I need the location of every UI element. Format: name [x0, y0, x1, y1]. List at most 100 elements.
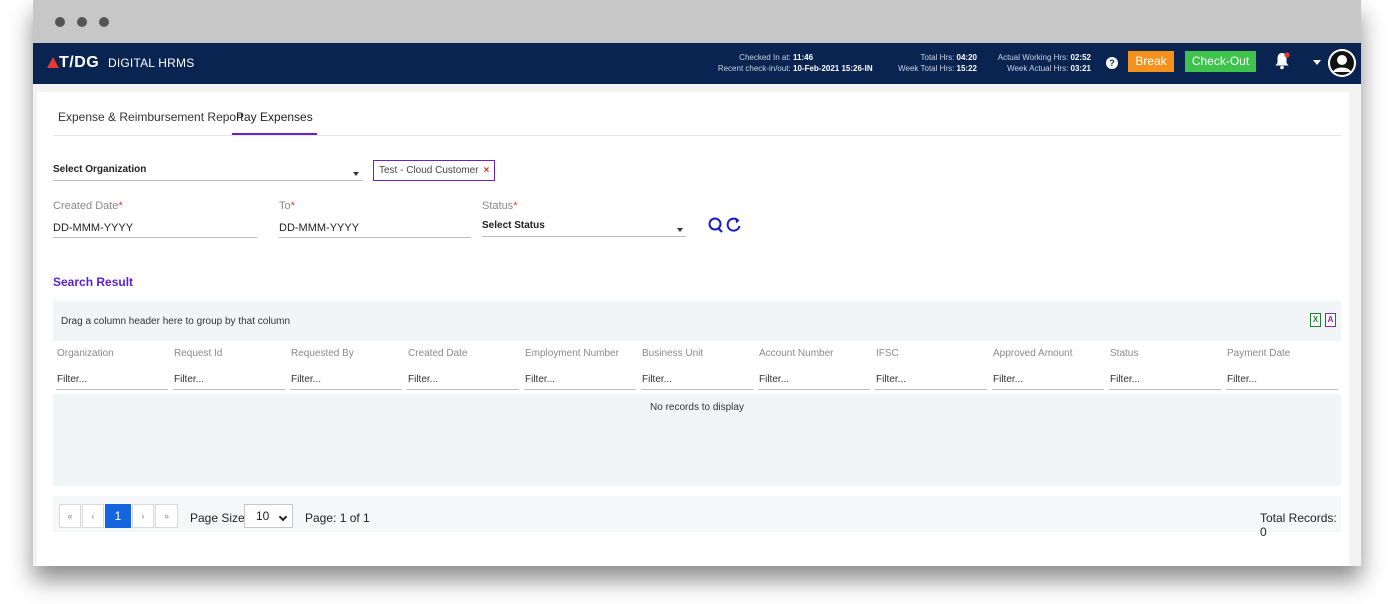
status-select[interactable]: Select Status	[482, 220, 545, 231]
column-header-requested-by[interactable]: Requested By	[291, 348, 354, 359]
filter-underline	[1226, 389, 1338, 390]
app-name: DIGITAL HRMS	[108, 56, 195, 70]
prev-page-button[interactable]: ‹	[82, 504, 104, 528]
export-excel-icon[interactable]: X	[1310, 313, 1321, 327]
page-size-select[interactable]: 10	[244, 504, 293, 528]
group-by-panel: Drag a column header here to group by th…	[53, 301, 1341, 341]
total-records: Total Records: 0	[1260, 511, 1337, 539]
status-label: Status*	[482, 200, 517, 212]
next-page-button[interactable]: ›	[132, 504, 154, 528]
week-total-label: Week Total Hrs:	[898, 64, 955, 73]
page-info: Page: 1 of 1	[305, 511, 370, 525]
tab-expense-reimbursement-report[interactable]: Expense & Reimbursement Report	[58, 110, 243, 135]
created-date-label-text: Created Date	[53, 200, 119, 212]
filter-underline	[173, 389, 285, 390]
window-chrome	[33, 0, 1361, 43]
last-page-button[interactable]: »	[155, 504, 178, 528]
page-size-value: 10	[256, 509, 270, 523]
user-avatar[interactable]	[1328, 49, 1356, 77]
filter-account-number[interactable]: Filter...	[759, 374, 789, 385]
help-icon[interactable]: ?	[1106, 57, 1118, 69]
checked-in-label: Checked In at:	[739, 53, 791, 62]
total-hours-stats: Total Hrs: 04:20 Week Total Hrs: 15:22	[881, 52, 977, 74]
logo-triangle-icon	[47, 57, 59, 68]
total-hrs-label: Total Hrs:	[920, 53, 955, 62]
filter-underline	[290, 389, 402, 390]
filter-employment-number[interactable]: Filter...	[525, 374, 555, 385]
filter-ifsc[interactable]: Filter...	[876, 374, 906, 385]
window-close-dot[interactable]	[55, 17, 65, 27]
filter-created-date[interactable]: Filter...	[408, 374, 438, 385]
recent-checkin-value: 10-Feb-2021 15:26-IN	[793, 64, 873, 73]
checkin-stats: Checked In at: 11:46 Recent check-in/out…	[687, 52, 877, 74]
window-minimize-dot[interactable]	[77, 17, 87, 27]
created-date-underline	[53, 237, 257, 238]
filter-underline	[56, 389, 168, 390]
column-header-employment-number[interactable]: Employment Number	[525, 348, 619, 359]
filter-payment-date[interactable]: Filter...	[1227, 374, 1257, 385]
recent-checkin-label: Recent check-in/out:	[717, 64, 791, 73]
filter-status[interactable]: Filter...	[1110, 374, 1140, 385]
organization-dropdown-icon[interactable]	[353, 172, 359, 176]
organization-select[interactable]: Select Organization	[53, 164, 146, 175]
organization-chip-label: Test - Cloud Customer	[379, 165, 479, 176]
notification-bell-icon[interactable]	[1274, 52, 1290, 70]
column-header-ifsc[interactable]: IFSC	[876, 348, 899, 359]
export-pdf-icon[interactable]: A	[1325, 313, 1336, 327]
page-1-button[interactable]: 1	[105, 504, 131, 528]
main-content: Expense & Reimbursement Report Pay Expen…	[33, 84, 1361, 566]
filter-business-unit[interactable]: Filter...	[642, 374, 672, 385]
filter-underline	[407, 389, 519, 390]
filter-requested-by[interactable]: Filter...	[291, 374, 321, 385]
reset-icon[interactable]	[725, 216, 742, 234]
column-header-created-date[interactable]: Created Date	[408, 348, 467, 359]
organization-chip: Test - Cloud Customer ×	[373, 160, 496, 181]
top-navbar: T/DG DIGITAL HRMS Checked In at: 11:46 R…	[33, 43, 1361, 84]
column-header-payment-date[interactable]: Payment Date	[1227, 348, 1290, 359]
column-header-account-number[interactable]: Account Number	[759, 348, 833, 359]
column-header-status[interactable]: Status	[1110, 348, 1138, 359]
no-records-message: No records to display	[650, 402, 744, 413]
actual-hours-stats: Actual Working Hrs: 02:52 Week Actual Hr…	[983, 52, 1091, 74]
break-button[interactable]: Break	[1128, 51, 1174, 72]
column-header-business-unit[interactable]: Business Unit	[642, 348, 703, 359]
pay-expenses-panel: Expense & Reimbursement Report Pay Expen…	[37, 92, 1349, 566]
filter-underline	[992, 389, 1104, 390]
week-total-value: 15:22	[956, 64, 977, 73]
to-date-input[interactable]: DD-MMM-YYYY	[279, 222, 359, 234]
to-date-label: To*	[279, 200, 295, 212]
chip-remove-icon[interactable]: ×	[483, 165, 489, 176]
logo[interactable]: T/DG	[59, 54, 99, 72]
pagination-bar: « ‹ 1 › » Page Size: 10 Page: 1 of 1 Tot…	[53, 496, 1341, 539]
status-dropdown-icon[interactable]	[677, 228, 683, 232]
status-underline	[482, 236, 686, 237]
required-mark: *	[513, 200, 518, 212]
chevron-down-icon	[278, 512, 288, 522]
user-menu-caret-icon[interactable]	[1313, 60, 1321, 65]
filter-underline	[641, 389, 753, 390]
actual-working-value: 02:52	[1070, 53, 1091, 62]
created-date-input[interactable]: DD-MMM-YYYY	[53, 222, 133, 234]
filter-organization[interactable]: Filter...	[57, 374, 87, 385]
week-actual-label: Week Actual Hrs:	[1007, 64, 1069, 73]
column-header-request-id[interactable]: Request Id	[174, 348, 222, 359]
search-icon[interactable]	[708, 216, 724, 234]
filter-underline	[758, 389, 870, 390]
first-page-button[interactable]: «	[59, 504, 81, 528]
check-out-button[interactable]: Check-Out	[1185, 51, 1256, 72]
column-header-organization[interactable]: Organization	[57, 348, 114, 359]
column-header-approved-amount[interactable]: Approved Amount	[993, 348, 1073, 359]
filter-approved-amount[interactable]: Filter...	[993, 374, 1023, 385]
filter-request-id[interactable]: Filter...	[174, 374, 204, 385]
app-window: T/DG DIGITAL HRMS Checked In at: 11:46 R…	[33, 0, 1361, 566]
created-date-label: Created Date*	[53, 200, 123, 212]
group-by-hint: Drag a column header here to group by th…	[61, 316, 291, 327]
window-maximize-dot[interactable]	[99, 17, 109, 27]
week-actual-value: 03:21	[1070, 64, 1091, 73]
checked-in-value: 11:46	[793, 53, 814, 62]
total-hrs-value: 04:20	[956, 53, 977, 62]
to-date-label-text: To	[279, 200, 291, 212]
organization-underline	[53, 180, 363, 181]
tab-pay-expenses[interactable]: Pay Expenses	[232, 110, 317, 135]
required-mark: *	[118, 200, 123, 212]
